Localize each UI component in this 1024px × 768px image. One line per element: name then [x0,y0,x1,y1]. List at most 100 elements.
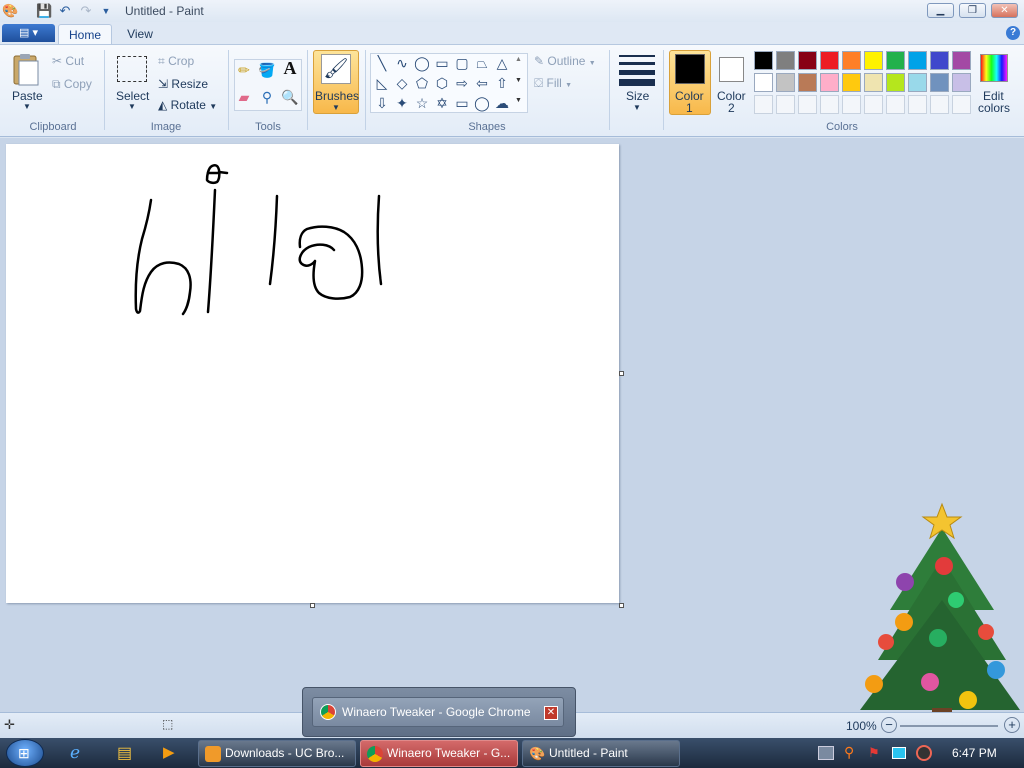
five-point-star-shape-icon[interactable]: ☆ [412,93,432,113]
palette-swatch[interactable] [952,73,971,92]
magnifier-icon[interactable]: 🔍 [280,87,300,107]
select-label[interactable]: Select [116,89,149,103]
palette-swatch[interactable] [930,73,949,92]
save-icon[interactable]: 💾 [36,3,52,19]
palette-swatch[interactable] [930,51,949,70]
empty-custom-swatch[interactable] [776,95,795,114]
minimize-button[interactable]: ▁ [927,3,954,18]
palette-swatch[interactable] [798,51,817,70]
palette-swatch[interactable] [952,51,971,70]
diamond-shape-icon[interactable]: ◇ [392,73,412,93]
explorer-folder-icon[interactable]: ▤ [117,743,132,763]
edit-colors-icon[interactable] [980,54,1008,82]
taskbar-item-chrome[interactable]: Winaero Tweaker - G... [360,740,518,767]
fill-button[interactable]: ⛋ Fill ▼ [534,76,572,91]
six-point-star-shape-icon[interactable]: ✡ [432,93,452,113]
tray-recorder-icon[interactable] [916,745,932,761]
empty-custom-swatch[interactable] [798,95,817,114]
palette-swatch[interactable] [776,73,795,92]
copy-button[interactable]: ⧉ Copy [52,77,92,92]
palette-swatch[interactable] [886,73,905,92]
empty-custom-swatch[interactable] [864,95,883,114]
cloud-callout-shape-icon[interactable]: ☁ [492,93,512,113]
rotate-button[interactable]: ◭ Rotate ▼ [158,98,217,112]
palette-swatch[interactable] [820,73,839,92]
shapes-scroll-up-icon[interactable]: ▲ [515,56,522,63]
line-shape-icon[interactable]: ╲ [372,53,392,73]
drawing-canvas[interactable] [6,144,619,603]
zoom-out-button[interactable]: − [881,717,897,733]
select-dropdown-icon[interactable]: ▼ [128,102,136,111]
paint-menu-button[interactable]: ▤ ▾ [2,24,55,42]
size-label[interactable]: Size [626,89,649,103]
text-tool-icon[interactable]: A [280,58,300,78]
eraser-icon[interactable]: ▰ [234,87,254,107]
palette-swatch[interactable] [908,51,927,70]
empty-custom-swatch[interactable] [842,95,861,114]
tray-network-icon[interactable] [818,746,834,760]
tab-view[interactable]: View [118,24,162,44]
left-arrow-shape-icon[interactable]: ⇦ [472,73,492,93]
rect-callout-shape-icon[interactable]: ▭ [452,93,472,113]
palette-swatch[interactable] [864,51,883,70]
empty-custom-swatch[interactable] [820,95,839,114]
undo-icon[interactable]: ↶ [57,3,73,19]
resize-button[interactable]: ⇲ Resize [158,77,208,91]
taskbar-item-paint[interactable]: 🎨 Untitled - Paint [522,740,680,767]
thumbnail-close-button[interactable]: ✕ [544,706,558,720]
cut-button[interactable]: ✂ Cut [52,54,84,68]
zoom-slider[interactable] [900,725,998,727]
palette-swatch[interactable] [820,51,839,70]
pentagon-shape-icon[interactable]: ⬠ [412,73,432,93]
curve-shape-icon[interactable]: ∿ [392,53,412,73]
close-button[interactable]: ✕ [991,3,1018,18]
tray-search-icon[interactable]: ⚲ [844,744,854,761]
select-icon[interactable] [117,56,147,82]
palette-swatch[interactable] [842,51,861,70]
up-arrow-shape-icon[interactable]: ⇧ [492,73,512,93]
resize-handle-right[interactable] [619,371,624,376]
clock[interactable]: 6:47 PM [952,746,997,760]
color-picker-icon[interactable]: ⚲ [257,87,277,107]
tray-monitor-icon[interactable] [892,747,906,759]
media-player-icon[interactable]: ▶ [163,743,175,761]
paste-button[interactable] [10,52,42,90]
size-dropdown-icon[interactable]: ▼ [633,103,641,112]
polygon-shape-icon[interactable]: ⏢ [472,53,492,73]
empty-custom-swatch[interactable] [754,95,773,114]
four-point-star-shape-icon[interactable]: ✦ [392,93,412,113]
oval-shape-icon[interactable]: ◯ [412,53,432,73]
fill-bucket-icon[interactable]: 🪣 [257,60,277,80]
empty-custom-swatch[interactable] [908,95,927,114]
triangle-shape-icon[interactable]: △ [492,53,512,73]
color2-swatch[interactable] [719,57,744,82]
palette-swatch[interactable] [798,73,817,92]
palette-swatch[interactable] [864,73,883,92]
oval-callout-shape-icon[interactable]: ◯ [472,93,492,113]
crop-button[interactable]: ⌗ Crop [158,54,194,69]
restore-button[interactable]: ❐ [959,3,986,18]
empty-custom-swatch[interactable] [952,95,971,114]
resize-handle-bottom[interactable] [310,603,315,608]
help-icon[interactable]: ? [1006,26,1020,40]
shapes-more-icon[interactable]: ▼ [515,97,522,104]
palette-swatch[interactable] [754,51,773,70]
pencil-icon[interactable]: ✏ [234,60,254,80]
palette-swatch[interactable] [842,73,861,92]
outline-button[interactable]: ✎ Outline ▼ [534,54,596,68]
zoom-in-button[interactable]: + [1004,717,1020,733]
customize-qat-icon[interactable]: ▼ [98,3,114,19]
rectangle-shape-icon[interactable]: ▭ [432,53,452,73]
palette-swatch[interactable] [776,51,795,70]
palette-swatch[interactable] [754,73,773,92]
shapes-scroll-down-icon[interactable]: ▼ [515,77,522,84]
empty-custom-swatch[interactable] [886,95,905,114]
rounded-rectangle-shape-icon[interactable]: ▢ [452,53,472,73]
tab-home[interactable]: Home [58,24,112,44]
hexagon-shape-icon[interactable]: ⬡ [432,73,452,93]
redo-icon[interactable]: ↷ [78,3,94,19]
resize-handle-corner[interactable] [619,603,624,608]
internet-explorer-icon[interactable]: ℯ [70,743,80,763]
taskbar-item-uc-browser[interactable]: Downloads - UC Bro... [198,740,356,767]
right-triangle-shape-icon[interactable]: ◺ [372,73,392,93]
